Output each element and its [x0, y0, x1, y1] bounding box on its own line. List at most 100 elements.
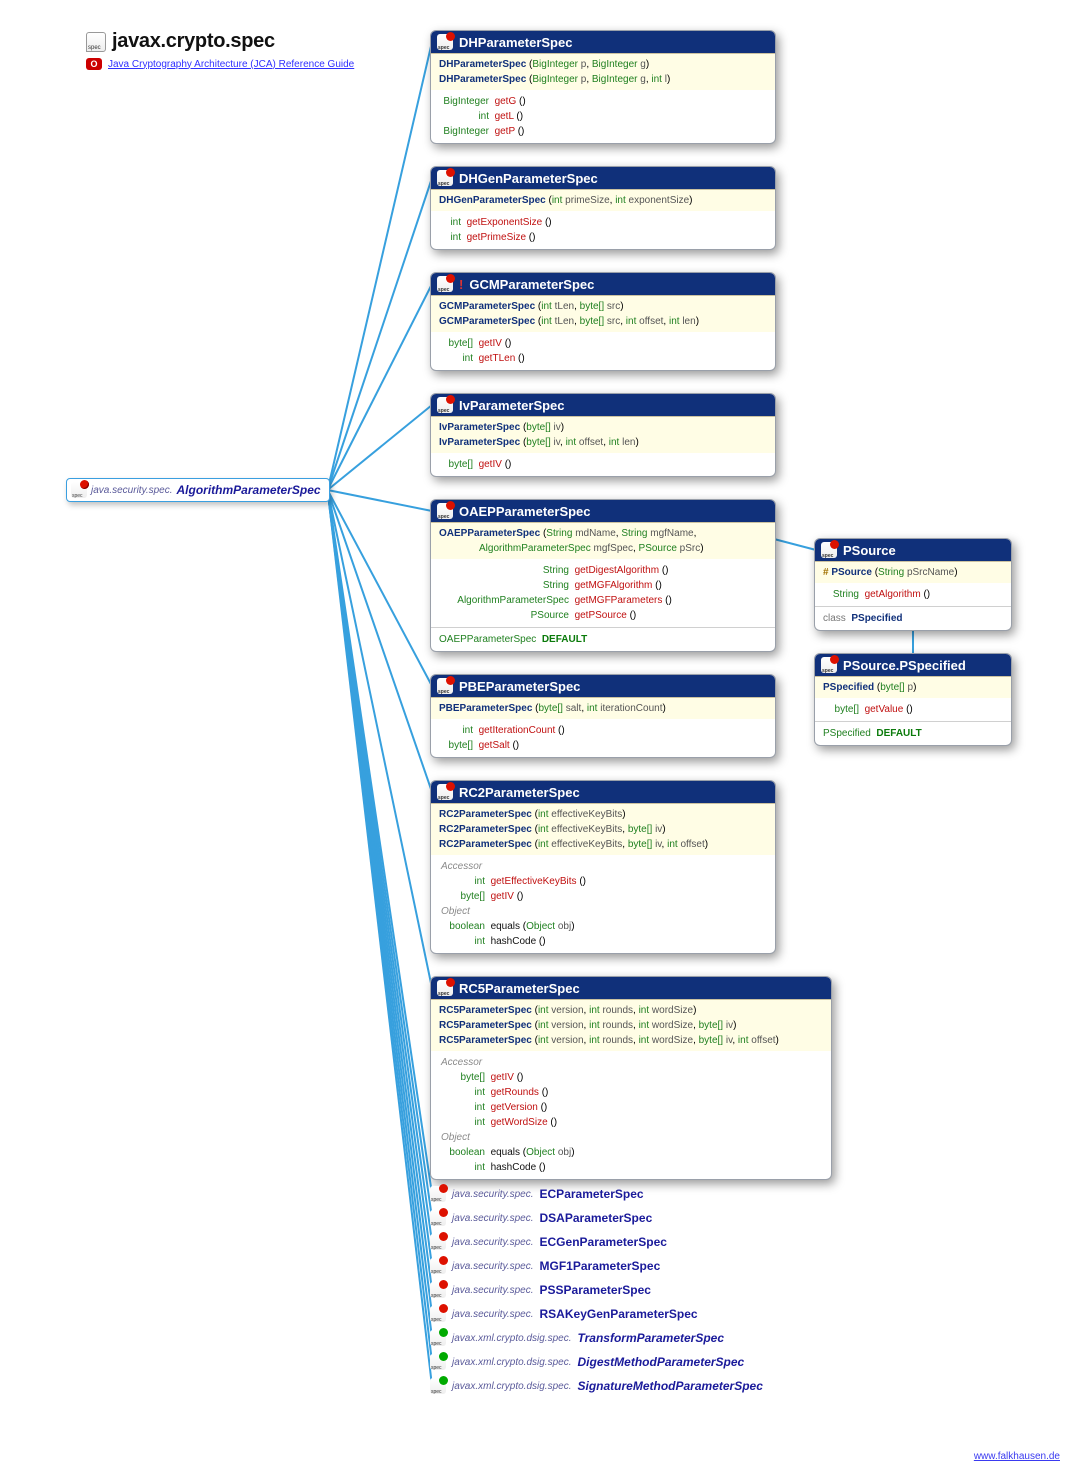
constructor-block: OAEPParameterSpec (String mdName, String… [431, 522, 775, 559]
subclass-RSAKeyGenParameterSpec[interactable]: java.security.spec.RSAKeyGenParameterSpe… [430, 1306, 830, 1322]
constructor: PBEParameterSpec (byte[] salt, int itera… [439, 701, 767, 716]
section-label: Object [439, 904, 767, 919]
method-getIV: byte[] getIV () [439, 889, 767, 904]
constructor-block: # PSource (String pSrcName) [815, 561, 1011, 583]
class-box-IvParameterSpec[interactable]: IvParameterSpec IvParameterSpec (byte[] i… [430, 393, 776, 477]
subclass-DigestMethodParameterSpec[interactable]: javax.xml.crypto.dsig.spec.DigestMethodP… [430, 1354, 830, 1370]
constructor: PSpecified (byte[] p) [823, 680, 1003, 695]
constructor-cont: AlgorithmParameterSpec mgfSpec, PSource … [439, 541, 767, 556]
class-header: DHParameterSpec [431, 31, 775, 53]
constructor-block: IvParameterSpec (byte[] iv)IvParameterSp… [431, 416, 775, 453]
class-name: PSource.PSpecified [843, 658, 966, 673]
constructor: DHGenParameterSpec (int primeSize, int e… [439, 193, 767, 208]
class-box-PBEParameterSpec[interactable]: PBEParameterSpec PBEParameterSpec (byte[]… [430, 674, 776, 758]
method-getMGFAlgorithm: String getMGFAlgorithm () [439, 578, 767, 593]
constructor: IvParameterSpec (byte[] iv) [439, 420, 767, 435]
spec-icon [430, 1354, 446, 1370]
subclass-package: javax.xml.crypto.dsig.spec. [452, 1333, 572, 1344]
subclass-MGF1ParameterSpec[interactable]: java.security.spec.MGF1ParameterSpec [430, 1258, 830, 1274]
constructor-block: RC2ParameterSpec (int effectiveKeyBits)R… [431, 803, 775, 855]
class-name: PBEParameterSpec [459, 679, 580, 694]
class-box-column: DHParameterSpecDHParameterSpec (BigInteg… [430, 30, 776, 1202]
static-field: PSpecified DEFAULT [823, 726, 1003, 741]
subclass-name: DSAParameterSpec [540, 1211, 653, 1225]
field-block: PSpecified DEFAULT [815, 721, 1011, 745]
constructor: RC5ParameterSpec (int version, int round… [439, 1033, 823, 1048]
footer-link[interactable]: www.falkhausen.de [974, 1451, 1060, 1462]
class-box-RC2ParameterSpec[interactable]: RC2ParameterSpecRC2ParameterSpec (int ef… [430, 780, 776, 954]
constructor: RC5ParameterSpec (int version, int round… [439, 1018, 823, 1033]
subclass-SignatureMethodParameterSpec[interactable]: javax.xml.crypto.dsig.spec. SignatureMeth… [430, 1378, 830, 1394]
root-node[interactable]: java.security.spec.AlgorithmParameterSpe… [66, 478, 330, 502]
subclass-PSSParameterSpec[interactable]: java.security.spec.PSSParameterSpec [430, 1282, 830, 1298]
field-block: OAEPParameterSpec DEFAULT [431, 627, 775, 651]
method-getDigestAlgorithm: String getDigestAlgorithm () [439, 563, 767, 578]
constructor-block: PSpecified (byte[] p) [815, 676, 1011, 698]
oracle-icon: O [86, 58, 102, 70]
class-header: !GCMParameterSpec [431, 273, 775, 295]
spec-icon [71, 482, 87, 498]
reference-link[interactable]: Java Cryptography Architecture (JCA) Ref… [108, 59, 354, 70]
class-box-DHGenParameterSpec[interactable]: DHGenParameterSpec DHGenParameterSpec (in… [430, 166, 776, 250]
class-name: IvParameterSpec [459, 398, 565, 413]
subclass-name: PSSParameterSpec [540, 1283, 651, 1297]
method-block: BigInteger getG ()int getL ()BigInteger … [431, 90, 775, 143]
method-getRounds: int getRounds () [439, 1085, 823, 1100]
static-field: OAEPParameterSpec DEFAULT [439, 632, 767, 647]
method-block: String getDigestAlgorithm ()String getMG… [431, 559, 775, 627]
subclass-ECParameterSpec[interactable]: java.security.spec.ECParameterSpec [430, 1186, 830, 1202]
method-getPSource: PSource getPSource () [439, 608, 767, 623]
method-hashCode: int hashCode () [439, 934, 767, 949]
method-getMGFParameters: AlgorithmParameterSpec getMGFParameters … [439, 593, 767, 608]
class-box-RC5ParameterSpec[interactable]: RC5ParameterSpec RC5ParameterSpec (int ve… [430, 976, 832, 1180]
method-getVersion: int getVersion () [439, 1100, 823, 1115]
method-block: byte[] getIV () [431, 453, 775, 476]
spec-icon [430, 1258, 446, 1274]
constructor-block: DHParameterSpec (BigInteger p, BigIntege… [431, 53, 775, 90]
subclass-DSAParameterSpec[interactable]: java.security.spec. DSAParameterSpec [430, 1210, 830, 1226]
method-getTLen: int getTLen () [439, 351, 767, 366]
class-box-DHParameterSpec[interactable]: DHParameterSpecDHParameterSpec (BigInteg… [430, 30, 776, 144]
class-name: DHGenParameterSpec [459, 171, 598, 186]
method-getExponentSize: int getExponentSize () [439, 215, 767, 230]
class-box-PSource.PSpecified[interactable]: PSource.PSpecified PSpecified (byte[] p) b… [814, 653, 1012, 746]
subclass-name: SignatureMethodParameterSpec [578, 1379, 763, 1393]
method-getValue: byte[] getValue () [823, 702, 1003, 717]
inner-class-block: class PSpecified [815, 606, 1011, 630]
psource-column: PSource# PSource (String pSrcName)String… [814, 538, 1012, 768]
page-title-block: javax.crypto.spec [86, 30, 275, 53]
class-header: PBEParameterSpec [431, 675, 775, 697]
class-name: PSource [843, 543, 896, 558]
spec-icon [437, 784, 453, 800]
spec-icon [437, 170, 453, 186]
constructor-block: GCMParameterSpec (int tLen, byte[] src)G… [431, 295, 775, 332]
subclass-ECGenParameterSpec[interactable]: java.security.spec.ECGenParameterSpec [430, 1234, 830, 1250]
method-getIV: byte[] getIV () [439, 457, 767, 472]
class-header: PSource [815, 539, 1011, 561]
method-block: Accessorint getEffectiveKeyBits ()byte[]… [431, 855, 775, 953]
method-block: byte[] getIV ()int getTLen () [431, 332, 775, 370]
class-name: GCMParameterSpec [469, 277, 594, 292]
method-equals: boolean equals (Object obj) [439, 919, 767, 934]
subclass-package: java.security.spec. [452, 1213, 534, 1224]
constructor: RC2ParameterSpec (int effectiveKeyBits, … [439, 837, 767, 852]
method-getPrimeSize: int getPrimeSize () [439, 230, 767, 245]
spec-icon [821, 542, 837, 558]
class-box-GCMParameterSpec[interactable]: !GCMParameterSpecGCMParameterSpec (int t… [430, 272, 776, 371]
constructor: OAEPParameterSpec (String mdName, String… [439, 526, 767, 541]
subclass-package: javax.xml.crypto.dsig.spec. [452, 1381, 572, 1392]
class-box-OAEPParameterSpec[interactable]: OAEPParameterSpecOAEPParameterSpec (Stri… [430, 499, 776, 652]
class-box-PSource[interactable]: PSource# PSource (String pSrcName)String… [814, 538, 1012, 631]
spec-icon [430, 1282, 446, 1298]
constructor: GCMParameterSpec (int tLen, byte[] src, … [439, 314, 767, 329]
subclass-package: java.security.spec. [452, 1237, 534, 1248]
constructor-block: RC5ParameterSpec (int version, int round… [431, 999, 831, 1051]
method-getG: BigInteger getG () [439, 94, 767, 109]
constructor: GCMParameterSpec (int tLen, byte[] src) [439, 299, 767, 314]
constructor: RC5ParameterSpec (int version, int round… [439, 1003, 823, 1018]
method-getIV: byte[] getIV () [439, 1070, 823, 1085]
subclass-TransformParameterSpec[interactable]: javax.xml.crypto.dsig.spec.TransformPara… [430, 1330, 830, 1346]
class-header: DHGenParameterSpec [431, 167, 775, 189]
constructor: RC2ParameterSpec (int effectiveKeyBits, … [439, 822, 767, 837]
class-header: RC5ParameterSpec [431, 977, 831, 999]
